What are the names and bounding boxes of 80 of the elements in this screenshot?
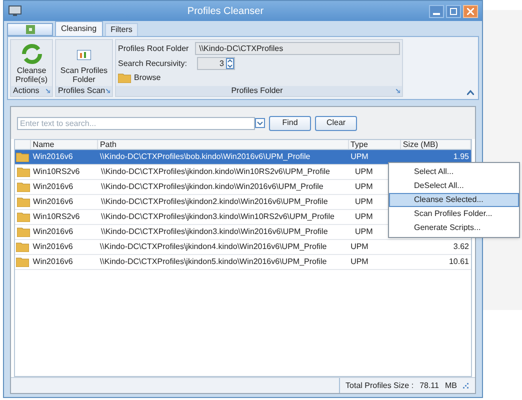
expand-icon <box>106 89 110 93</box>
table-cell-text: Win2016v6 <box>32 196 74 208</box>
search-button[interactable]: Find <box>269 116 311 130</box>
table-cell-text: Win2016v6 <box>32 256 74 268</box>
folder-icon <box>16 167 30 177</box>
scan-icon <box>77 50 91 60</box>
table-cell-text: Win2016v6 <box>32 181 74 193</box>
folder-icon <box>16 152 30 162</box>
table-cell-text: \\Kindo-DC\CTXProfiles\jkindon3.kindo\Win10RS2v6\UPM_Profile <box>100 211 336 223</box>
status-label: Total Profiles Size : <box>346 380 414 392</box>
search-button[interactable]: Clear <box>315 116 357 130</box>
table-cell-text: UPM <box>354 196 374 208</box>
group-label: Actions <box>13 87 40 95</box>
root-folder-field[interactable]: \\Kindo-DC\CTXProfiles <box>195 42 400 55</box>
column-header[interactable]: Type <box>348 140 401 149</box>
expand-icon <box>396 89 400 93</box>
table-cell-text: UPM <box>354 226 374 238</box>
table-row[interactable]: Win2016v6 \\Kindo-DC\CTXProfiles\jkindon4.kindo\Win2016v6\UPM_Profile UPM 3.62 <box>15 240 471 255</box>
ribbon-button[interactable]: Scan Profiles Folder <box>56 40 112 86</box>
table-cell-text: UPM <box>354 211 374 223</box>
window-title: Profiles Cleanser <box>186 4 265 18</box>
folder-icon <box>118 73 131 83</box>
browse-button[interactable]: Browse <box>118 72 161 84</box>
table-cell-text: Win10RS2v6 <box>32 211 81 223</box>
tab[interactable]: Filters <box>104 23 138 36</box>
refresh-icon <box>20 42 44 66</box>
ribbon-button[interactable]: Cleanse Profile(s) <box>11 40 52 86</box>
table-cell-text: UPM <box>350 241 370 253</box>
table-cell-text: UPM <box>354 181 374 193</box>
folder-icon <box>16 197 30 207</box>
table-cell-text: UPM <box>350 256 370 268</box>
table-cell-text: 3.62 <box>452 241 470 253</box>
field-label: Search Recursivity: <box>118 58 188 70</box>
table-cell-text: \\Kindo-DC\CTXProfiles\bob.kindo\Win2016v6\UPM_Profile <box>98 151 312 163</box>
recursivity-spinner[interactable]: 3 <box>197 57 235 70</box>
status-value: 78.11 <box>420 380 439 392</box>
table-cell-text: \\Kindo-DC\CTXProfiles\jkindon3.kindo\Win2016v6\UPM_Profile <box>100 226 329 238</box>
table-cell-text: Win2016v6 <box>32 241 74 253</box>
table-cell-text: \\Kindo-DC\CTXProfiles\jkindon4.kindo\Win2016v6\UPM_Profile <box>98 241 328 253</box>
table-row[interactable]: Win2016v6 \\Kindo-DC\CTXProfiles\bob.kindo\Win2016v6\UPM_Profile UPM 1.95 <box>15 150 471 165</box>
table-cell-text: \\Kindo-DC\CTXProfiles\jkindon.kindo\Win2016v6\UPM_Profile <box>100 181 324 193</box>
table-cell-text: Win10RS2v6 <box>32 166 81 178</box>
table-row[interactable]: Win2016v6 \\Kindo-DC\CTXProfiles\jkindon5.kindo\Win2016v6\UPM_Profile UPM 10.61 <box>15 255 471 270</box>
dropdown-icon[interactable] <box>255 118 265 128</box>
app-menu-button[interactable] <box>7 23 53 36</box>
tab[interactable]: Cleansing <box>55 21 103 36</box>
spin-arrows-icon <box>226 58 234 69</box>
column-header[interactable]: Size (MB) <box>400 140 471 149</box>
column-header[interactable]: Name <box>30 140 98 149</box>
search-field[interactable]: Enter text to search... <box>17 116 255 130</box>
maximize-icon <box>450 8 457 14</box>
status-unit: MB <box>445 380 457 392</box>
table-cell-text: UPM <box>354 166 374 178</box>
table-cell-text: \\Kindo-DC\CTXProfiles\jkindon5.kindo\Win2016v6\UPM_Profile <box>98 256 328 268</box>
folder-icon <box>16 182 30 192</box>
column-header[interactable]: Path <box>98 140 349 149</box>
field-label: Profiles Root Folder <box>118 42 190 54</box>
group-label: Profiles Scan <box>58 87 106 95</box>
monitor-icon <box>8 5 22 17</box>
group-label: Profiles Folder <box>230 87 284 95</box>
menu-item[interactable]: Cleanse Selected... <box>389 193 519 207</box>
close-button[interactable] <box>463 4 478 18</box>
table-cell-text: Win2016v6 <box>32 226 74 238</box>
expand-icon <box>46 89 50 93</box>
table-cell-text: 1.95 <box>452 151 470 163</box>
table-cell-text: 10.61 <box>448 256 470 268</box>
collapse-icon <box>467 90 474 95</box>
table-cell-text: \\Kindo-DC\CTXProfiles\jkindon.kindo\Win10RS2v6\UPM_Profile <box>100 166 331 178</box>
folder-icon <box>16 257 30 267</box>
table-cell-text: UPM <box>350 151 370 163</box>
grid-icon <box>26 25 34 34</box>
maximize-button[interactable] <box>446 4 461 18</box>
table-cell-text: Win2016v6 <box>32 151 74 163</box>
minimize-button[interactable] <box>429 4 444 18</box>
table-cell-text: \\Kindo-DC\CTXProfiles\jkindon2.kindo\Win2016v6\UPM_Profile <box>100 196 329 208</box>
folder-icon <box>16 242 30 252</box>
folder-icon <box>16 227 30 237</box>
resize-grip-icon <box>463 382 469 388</box>
folder-icon <box>16 212 30 222</box>
close-icon <box>467 8 474 14</box>
